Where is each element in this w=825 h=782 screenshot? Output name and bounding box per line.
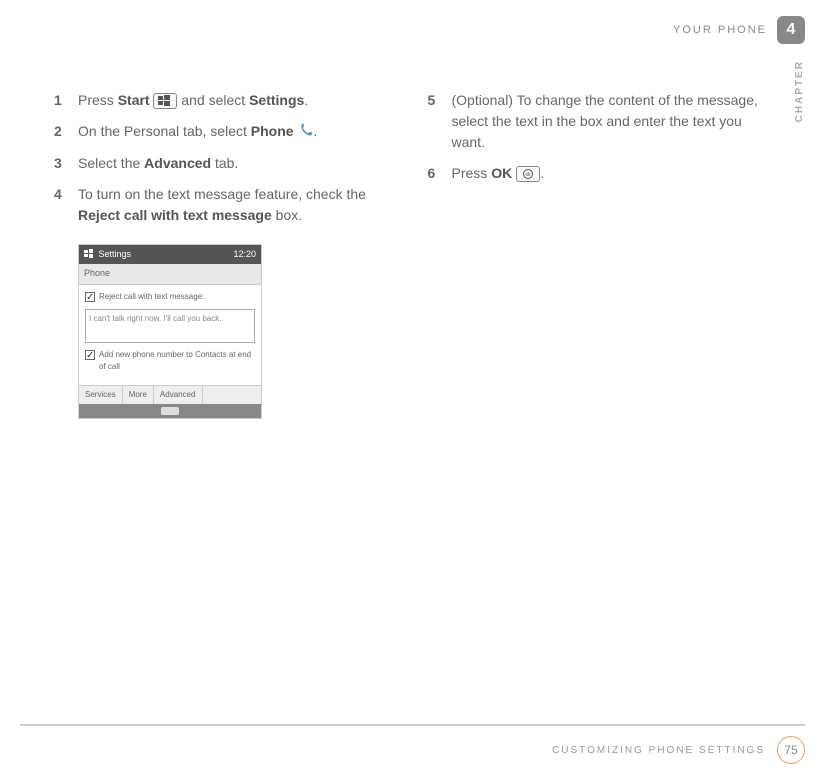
screenshot-tab: More <box>123 386 154 404</box>
step-number: 5 <box>428 90 442 153</box>
screenshot-tab: Advanced <box>154 386 203 404</box>
step-text: (Optional) To change the content of the … <box>452 90 772 153</box>
screenshot-time: 12:20 <box>233 248 256 262</box>
ok-button-icon: ok <box>516 166 540 182</box>
main-content: 1 Press Start and select Settings. 2 On … <box>54 90 771 419</box>
svg-text:ok: ok <box>525 172 531 178</box>
checkbox-icon <box>85 292 95 302</box>
step-1: 1 Press Start and select Settings. <box>54 90 398 111</box>
step-number: 4 <box>54 184 68 226</box>
screenshot-window-title: Settings <box>84 248 131 262</box>
screenshot-softkey-bar <box>79 404 261 418</box>
windows-start-icon <box>153 93 177 109</box>
device-screenshot: Settings 12:20 Phone Reject call with te… <box>78 244 262 419</box>
right-column: 5 (Optional) To change the content of th… <box>428 90 772 419</box>
screenshot-tab: Services <box>79 386 123 404</box>
step-text: On the Personal tab, select Phone . <box>78 121 398 143</box>
header-title: YOUR PHONE <box>673 24 767 36</box>
page-header: YOUR PHONE 4 <box>673 16 805 44</box>
page-footer: CUSTOMIZING PHONE SETTINGS 75 <box>20 724 805 764</box>
screenshot-body: Reject call with text message: I can't t… <box>79 285 261 385</box>
step-number: 6 <box>428 163 442 184</box>
step-text: Press OK ok . <box>452 163 772 184</box>
page-number: 75 <box>777 736 805 764</box>
checkbox-icon <box>85 350 95 360</box>
step-text: Press Start and select Settings. <box>78 90 398 111</box>
step-2: 2 On the Personal tab, select Phone . <box>54 121 398 143</box>
screenshot-checkbox-addcontact: Add new phone number to Contacts at end … <box>85 349 255 373</box>
step-5: 5 (Optional) To change the content of th… <box>428 90 772 153</box>
step-3: 3 Select the Advanced tab. <box>54 153 398 174</box>
screenshot-pane-title: Phone <box>79 264 261 285</box>
chapter-label: CHAPTER <box>794 60 805 122</box>
screenshot-message-textbox: I can't talk right now. I'll call you ba… <box>85 309 255 343</box>
phone-icon <box>299 122 313 143</box>
step-6: 6 Press OK ok . <box>428 163 772 184</box>
step-text: Select the Advanced tab. <box>78 153 398 174</box>
step-number: 3 <box>54 153 68 174</box>
screenshot-checkbox-reject: Reject call with text message: <box>85 291 255 303</box>
footer-title: CUSTOMIZING PHONE SETTINGS <box>552 745 765 756</box>
step-number: 1 <box>54 90 68 111</box>
screenshot-statusbar: Settings 12:20 <box>79 245 261 265</box>
screenshot-tabs: Services More Advanced <box>79 385 261 404</box>
left-column: 1 Press Start and select Settings. 2 On … <box>54 90 398 419</box>
step-number: 2 <box>54 121 68 143</box>
step-text: To turn on the text message feature, che… <box>78 184 398 226</box>
step-4: 4 To turn on the text message feature, c… <box>54 184 398 226</box>
chapter-number-badge: 4 <box>777 16 805 44</box>
